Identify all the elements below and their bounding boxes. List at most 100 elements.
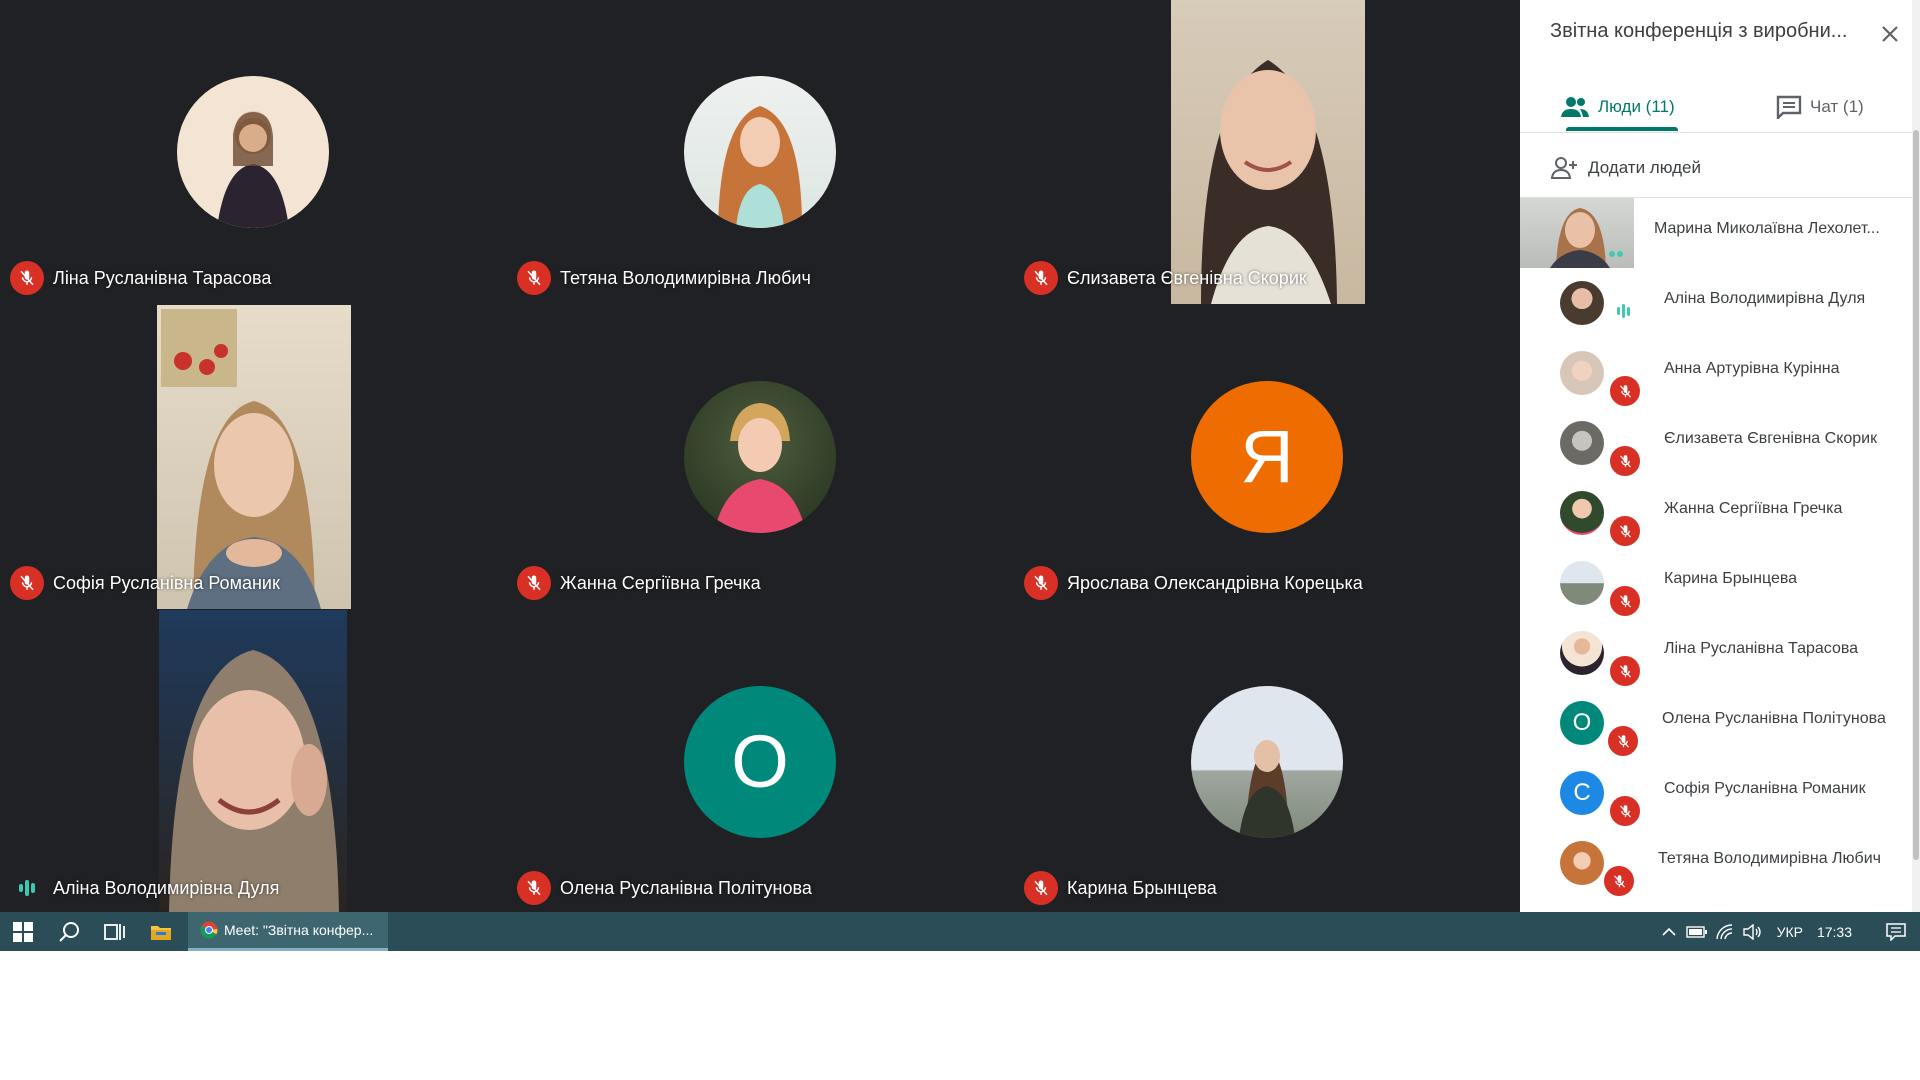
participant-name: Анна Артурівна Курінна [1664,360,1840,377]
battery-button[interactable] [1683,912,1711,951]
input-language-indicator[interactable]: УКР [1777,924,1803,940]
participant-letter-avatar: О [684,686,836,838]
battery-icon [1685,925,1707,938]
screen: Ліна Русланівна Тарасова Тетяна Володими… [0,0,1920,951]
mic-off-icon [1024,261,1058,295]
participant-list-item[interactable]: Анна Артурівна Курінна [1520,338,1912,408]
participant-avatar [1560,491,1604,535]
participant-name: Ярослава Олександрівна Корецька [1067,572,1363,593]
mic-off-icon [1602,864,1636,898]
participant-photo [684,76,836,228]
mic-off-icon [10,566,44,600]
close-panel-button[interactable] [1874,18,1906,50]
participant-name: Карина Брынцева [1664,570,1798,587]
participant-list-item[interactable]: Марина Миколаївна Лехолет... [1520,198,1912,268]
clock[interactable]: 17:33 [1817,924,1852,940]
panel-scrollbar-thumb[interactable] [1913,130,1919,860]
participant-name: Ліна Русланівна Тарасова [1664,640,1859,657]
mic-off-icon [1608,514,1642,548]
participant-name: Софія Русланівна Романик [53,572,280,593]
participant-tile[interactable]: Жанна Сергіївна Гречка [507,305,1013,609]
windows-taskbar: Meet: "Звітна конфер... УКР 17:33 [0,912,1920,951]
video-grid: Ліна Русланівна Тарасова Тетяна Володими… [0,0,1520,914]
participant-name: Ліна Русланівна Тарасова [53,267,272,288]
participant-tile[interactable]: Тетяна Володимирівна Любич [507,0,1013,304]
participant-name: Софія Русланівна Романик [1664,780,1866,797]
mic-off-icon [1608,584,1642,618]
participant-tile[interactable]: Карина Брынцева [1014,610,1520,914]
participant-avatar [1560,561,1604,605]
participant-tile[interactable]: О Олена Русланівна Політунова [507,610,1013,914]
participant-tile[interactable]: Ліна Русланівна Тарасова [0,0,506,304]
mic-off-icon [1608,794,1642,828]
file-explorer-button[interactable] [138,912,184,951]
chrome-taskbar-item[interactable]: Meet: "Звітна конфер... [188,912,388,951]
tile-name-bar: Олена Русланівна Політунова [507,862,1013,914]
participant-name: Карина Брынцева [1067,877,1217,898]
mic-off-icon [10,261,44,295]
chrome-icon [200,921,218,939]
participant-photo [177,76,329,228]
participant-list-item[interactable]: Єлизавета Євгенівна Скорик [1520,408,1912,478]
show-hidden-icons-button[interactable] [1655,912,1683,951]
tile-name-bar: Тетяна Володимирівна Любич [507,252,1013,304]
close-icon [1882,26,1898,42]
tile-name-bar: Ліна Русланівна Тарасова [0,252,506,304]
tab-people[interactable]: Люди (11) [1560,82,1675,132]
file-explorer-icon [151,925,171,940]
participant-list-item[interactable]: С Софія Русланівна Романик [1520,758,1912,828]
participant-list-item[interactable]: Тетяна Володимирівна Любич [1520,828,1912,898]
participant-tile[interactable]: Єлизавета Євгенівна Скорик [1014,0,1520,304]
start-button[interactable] [0,912,46,951]
participant-tile[interactable]: Аліна Володимирівна Дуля [0,610,506,914]
mic-off-icon [1024,871,1058,905]
tile-name-bar: Єлизавета Євгенівна Скорик [1014,252,1520,304]
participant-avatar [1560,421,1604,465]
search-icon [59,921,79,942]
people-panel: Звітна конференція з виробни... Люди (11… [1520,0,1912,912]
search-button[interactable] [46,912,92,951]
wifi-icon [1715,923,1732,939]
participant-letter-avatar: О [1560,701,1604,745]
tabs-divider [1520,132,1912,133]
notifications-icon [1886,922,1906,941]
mic-off-icon [517,261,551,295]
participant-avatar [1560,841,1604,885]
participant-avatar [1560,351,1604,395]
participant-list-item[interactable]: Аліна Володимирівна Дуля [1520,268,1912,338]
participant-list-item[interactable]: Жанна Сергіївна Гречка [1520,478,1912,548]
participant-name: Аліна Володимирівна Дуля [1664,290,1866,307]
add-person-icon [1550,157,1577,179]
participant-tile[interactable]: Софія Русланівна Романик [0,305,506,609]
participant-name: Олена Русланівна Політунова [560,877,812,898]
tab-chat-label: Чат (1) [1810,97,1864,116]
chevron-up-icon [1661,927,1676,936]
volume-button[interactable] [1739,912,1767,951]
participant-name: Аліна Володимирівна Дуля [53,877,280,898]
tile-name-bar: Аліна Володимирівна Дуля [0,862,506,914]
participant-letter-avatar: С [1560,771,1604,815]
participant-tile[interactable]: Я Ярослава Олександрівна Корецька [1014,305,1520,609]
tab-people-label: Люди (11) [1598,97,1675,116]
chrome-window-title: Meet: "Звітна конфер... [224,922,374,938]
tile-name-bar: Карина Брынцева [1014,862,1520,914]
add-people-button[interactable]: Додати людей [1550,148,1701,188]
participant-photo [1191,686,1343,838]
task-view-button[interactable] [92,912,138,951]
chat-icon [1776,95,1802,119]
action-center-button[interactable] [1872,912,1920,951]
people-icon [1561,97,1589,117]
participant-letter-avatar: Я [1191,381,1343,533]
wifi-button[interactable] [1711,912,1739,951]
participant-list-item[interactable]: Ліна Русланівна Тарасова [1520,618,1912,688]
active-tab-indicator [1566,127,1678,131]
participant-name: Марина Миколаївна Лехолет... [1654,220,1880,237]
tab-chat[interactable]: Чат (1) [1776,82,1864,132]
tile-name-bar: Жанна Сергіївна Гречка [507,557,1013,609]
participant-list-item[interactable]: О Олена Русланівна Політунова [1520,688,1912,758]
participant-name: Тетяна Володимирівна Любич [1658,850,1881,867]
participant-list-item[interactable]: Карина Брынцева [1520,548,1912,618]
windows-start-icon [13,921,33,942]
mic-off-icon [1608,654,1642,688]
mic-off-icon [1024,566,1058,600]
